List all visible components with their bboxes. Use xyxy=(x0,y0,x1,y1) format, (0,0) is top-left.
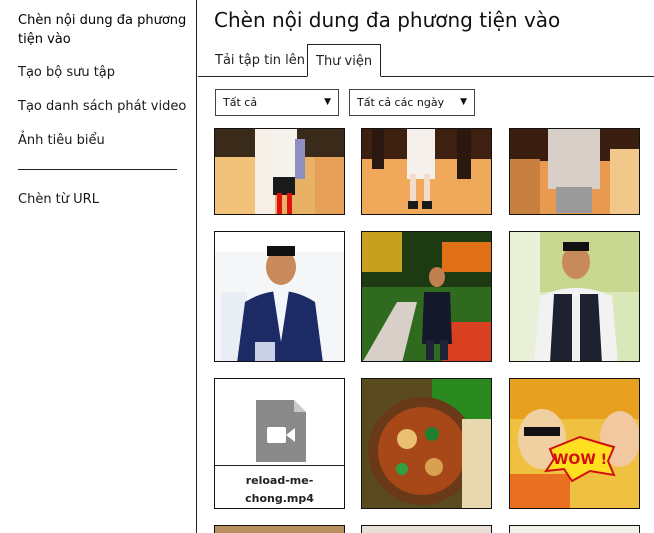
sidebar-item-create-video-playlist[interactable]: Tạo danh sách phát video xyxy=(18,97,188,116)
media-thumbnail[interactable] xyxy=(361,525,492,533)
food-dish-photo xyxy=(362,379,491,508)
date-filter[interactable]: Tất cả các ngày ▼ xyxy=(349,89,475,116)
media-thumbnail[interactable] xyxy=(509,525,640,533)
sidebar-item-create-gallery[interactable]: Tạo bộ sưu tập xyxy=(18,63,188,82)
page-title: Chèn nội dung đa phương tiện vào xyxy=(214,8,561,32)
media-photo xyxy=(362,526,491,533)
sidebar-item-featured-image[interactable]: Ảnh tiêu biểu xyxy=(18,131,188,150)
media-thumbnail[interactable] xyxy=(361,378,492,509)
media-photo xyxy=(215,526,344,533)
man-in-garden-photo xyxy=(362,232,491,361)
media-thumbnail[interactable] xyxy=(214,231,345,362)
tabs-divider xyxy=(198,76,654,77)
media-type-filter[interactable]: Tất cả ▼ xyxy=(215,89,339,116)
fashion-runway-photo xyxy=(510,129,639,214)
chevron-down-icon: ▼ xyxy=(324,97,331,107)
chevron-down-icon: ▼ xyxy=(460,97,467,107)
media-photo xyxy=(510,526,639,533)
media-thumbnail[interactable] xyxy=(509,231,640,362)
media-thumbnail[interactable] xyxy=(214,525,345,533)
svg-text:WOW !: WOW ! xyxy=(553,452,607,468)
man-in-suit-photo xyxy=(215,232,344,361)
fashion-runway-photo xyxy=(215,129,344,214)
fashion-runway-photo xyxy=(362,129,491,214)
media-thumbnail[interactable] xyxy=(361,231,492,362)
file-caption-divider xyxy=(215,465,344,466)
media-thumbnail[interactable] xyxy=(361,128,492,215)
media-sidebar: Chèn nội dung đa phương tiện vào Tạo bộ … xyxy=(0,0,197,533)
sidebar-item-insert-from-url[interactable]: Chèn từ URL xyxy=(18,190,188,209)
man-in-vest-photo xyxy=(510,232,639,361)
tab-upload-files[interactable]: Tải tập tin lên xyxy=(207,44,313,77)
media-main-panel: Chèn nội dung đa phương tiện vào Tải tập… xyxy=(198,0,654,533)
sidebar-divider xyxy=(18,169,177,170)
media-thumbnail[interactable] xyxy=(509,128,640,215)
sidebar-item-insert-media[interactable]: Chèn nội dung đa phương tiện vào xyxy=(18,11,188,49)
comic-wow-photo: WOW ! xyxy=(510,379,639,508)
media-thumbnail[interactable] xyxy=(214,128,345,215)
media-type-filter-value: Tất cả xyxy=(223,96,258,109)
tab-media-library[interactable]: Thư viện xyxy=(307,44,382,77)
media-thumbnail-video-file[interactable]: reload-me-chong.mp4 xyxy=(214,378,345,509)
date-filter-value: Tất cả các ngày xyxy=(357,96,445,109)
media-thumbnail[interactable]: WOW ! xyxy=(509,378,640,509)
file-name-label: reload-me-chong.mp4 xyxy=(245,474,314,505)
